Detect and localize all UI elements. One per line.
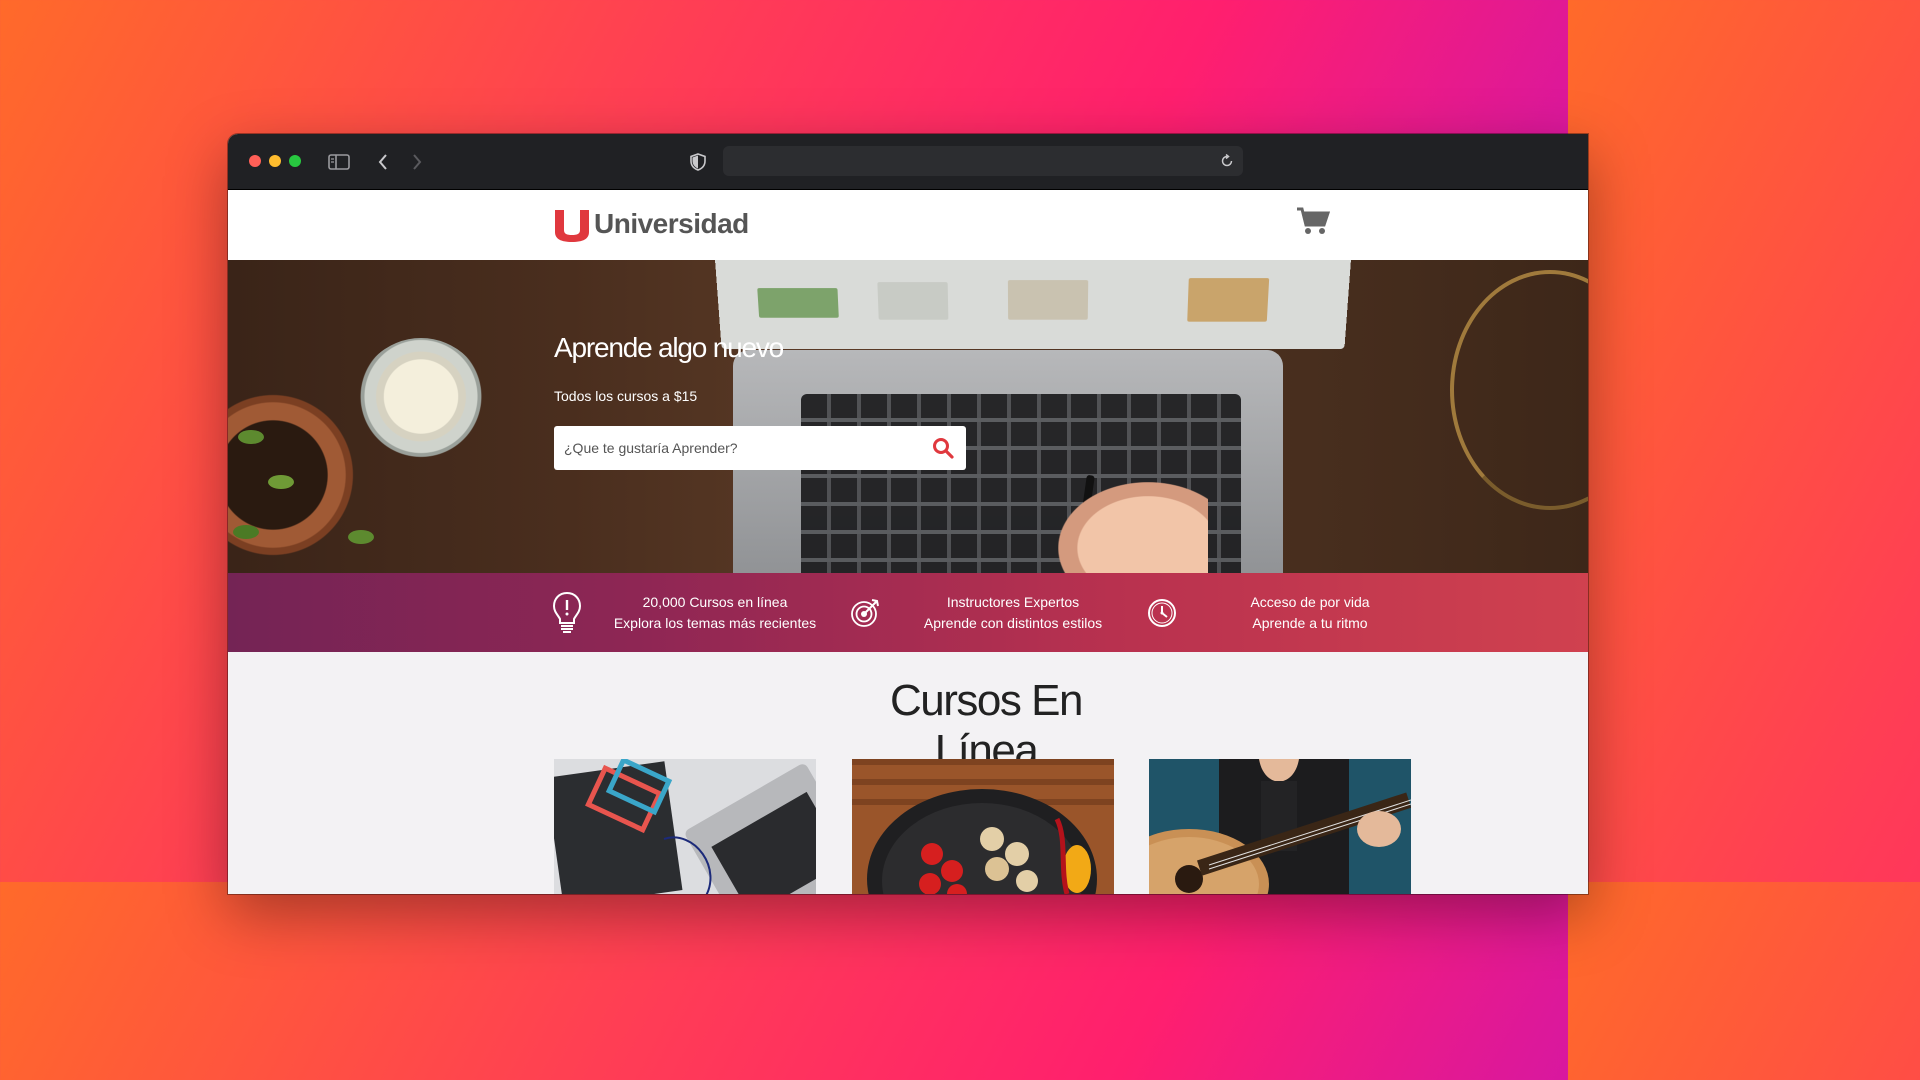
reload-icon[interactable]	[1217, 151, 1237, 171]
hero-title: Aprende algo nuevo	[554, 332, 783, 364]
clock-icon	[1145, 591, 1179, 635]
privacy-shield-icon[interactable]	[686, 150, 710, 174]
feature-access-line2: Aprende a tu ritmo	[1252, 615, 1367, 631]
minimize-window-button[interactable]	[269, 155, 281, 167]
target-icon	[848, 591, 882, 635]
guitar-player-image	[1149, 759, 1411, 894]
features-bar: 20,000 Cursos en línea Explora los temas…	[228, 573, 1588, 652]
hero-subtitle: Todos los cursos a $15	[554, 388, 783, 404]
course-card-guitar[interactable]	[1149, 759, 1411, 894]
hero-banner: Aprende algo nuevo Todos los cursos a $1…	[228, 260, 1588, 573]
leaf-decoration	[348, 530, 374, 544]
search-icon[interactable]	[932, 437, 954, 459]
leaf-decoration	[268, 475, 294, 489]
logo-text: Universidad	[594, 208, 749, 240]
leaf-decoration	[238, 430, 264, 444]
feature-courses-line2: Explora los temas más recientes	[614, 615, 816, 631]
browser-titlebar	[228, 134, 1588, 190]
candle-image	[356, 338, 486, 468]
address-bar[interactable]	[723, 146, 1243, 176]
course-card-html-css[interactable]	[554, 759, 816, 894]
site-header: Universidad	[228, 190, 1588, 260]
lightbulb-icon	[550, 591, 584, 635]
browser-window: Universidad Aprende algo nuevo Todos los…	[228, 134, 1588, 894]
sidebar-toggle-icon[interactable]	[327, 150, 351, 174]
hand-image	[1058, 482, 1208, 573]
feature-item-instructors: Instructores Expertos Aprende con distin…	[848, 591, 1128, 635]
site-logo[interactable]: Universidad	[554, 206, 749, 242]
feature-instructors-line2: Aprende con distintos estilos	[924, 615, 1102, 631]
laptop-screen-image	[714, 260, 1351, 349]
feature-instructors-line1: Instructores Expertos	[947, 594, 1079, 610]
brass-ring-image	[1450, 270, 1588, 510]
forward-icon[interactable]	[405, 150, 429, 174]
maximize-window-button[interactable]	[289, 155, 301, 167]
back-icon[interactable]	[371, 150, 395, 174]
university-logo-icon	[554, 206, 590, 242]
course-card-cooking[interactable]	[852, 759, 1114, 894]
leaf-decoration	[233, 525, 259, 539]
html-css-course-image	[554, 759, 816, 894]
feature-courses-line1: 20,000 Cursos en línea	[643, 594, 788, 610]
feature-item-courses: 20,000 Cursos en línea Explora los temas…	[550, 591, 830, 635]
vegetables-pan-image	[852, 759, 1114, 894]
course-search-input[interactable]	[554, 426, 914, 470]
feature-access-line1: Acceso de por vida	[1250, 594, 1369, 610]
hero-content: Aprende algo nuevo Todos los cursos a $1…	[554, 332, 783, 404]
course-search-form	[554, 426, 966, 470]
close-window-button[interactable]	[249, 155, 261, 167]
cart-icon[interactable]	[1296, 206, 1330, 236]
feature-item-access: Acceso de por vida Aprende a tu ritmo	[1145, 591, 1425, 635]
